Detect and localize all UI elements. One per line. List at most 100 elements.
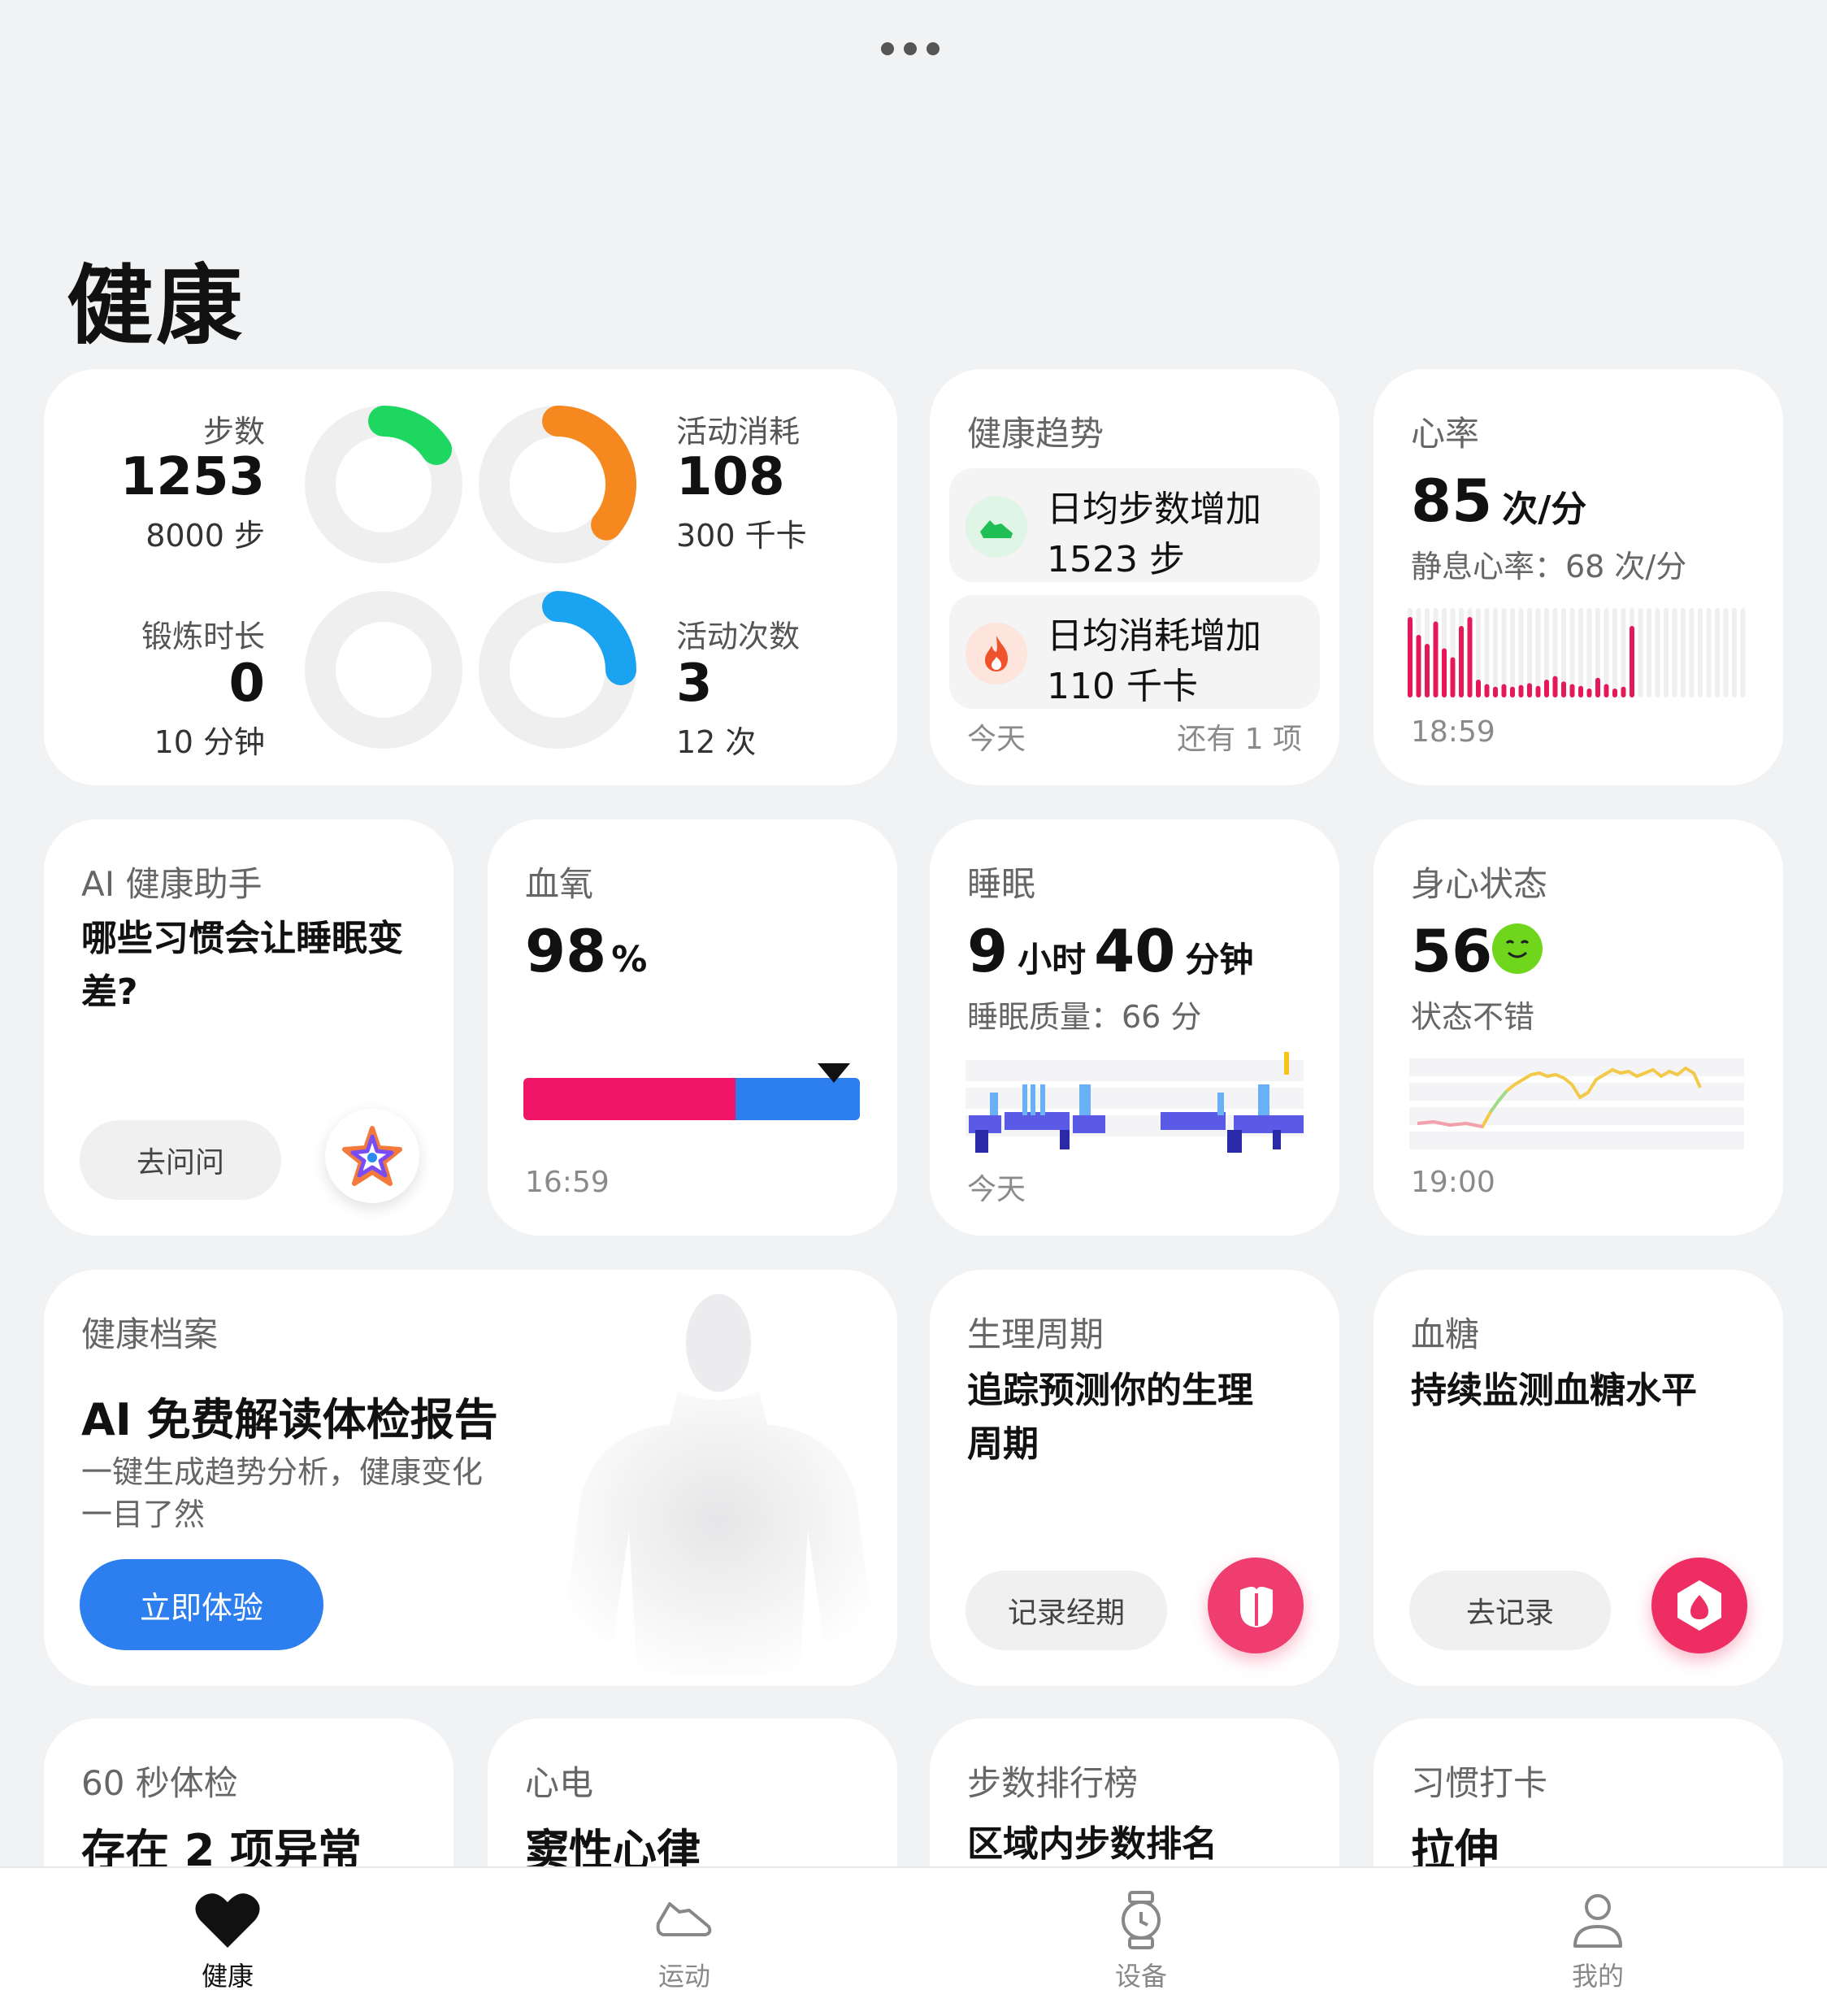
heart-bar <box>1425 644 1430 697</box>
heart-rate-card[interactable]: 心率 85 次/分 静息心率：68 次/分 18:59 <box>1374 369 1783 785</box>
sleep-hours-unit: 小时 <box>1018 940 1087 980</box>
heart-bar <box>1561 681 1566 697</box>
heart-bar-track <box>1621 608 1626 697</box>
petal-icon[interactable] <box>1208 1558 1304 1653</box>
spo2-marker-icon <box>818 1063 850 1083</box>
trend-footer-right: 还有 1 项 <box>1177 723 1302 756</box>
mood-chart <box>1409 1058 1744 1149</box>
habit-title: 习惯打卡 <box>1411 1763 1548 1803</box>
shoe-icon <box>656 1902 712 1936</box>
heart-bar <box>1612 689 1617 697</box>
trend-item[interactable]: 日均步数增加 1523 步 <box>949 468 1320 582</box>
nav-sport-label: 运动 <box>657 1961 710 1992</box>
heart-bar <box>1467 617 1473 697</box>
mood-value: 56 <box>1411 917 1493 985</box>
glucose-title: 血糖 <box>1411 1314 1480 1354</box>
page-title: 健康 <box>67 256 245 356</box>
heart-bar-track <box>1664 608 1669 697</box>
heart-bar <box>1433 621 1439 697</box>
heart-bar-track <box>1681 608 1686 697</box>
blood-oxygen-card[interactable]: 血氧 98 % 16:59 <box>488 819 897 1236</box>
heart-bar <box>1595 677 1600 697</box>
try-now-button[interactable]: 立即体验 <box>80 1559 323 1650</box>
heart-bar-track <box>1535 608 1541 697</box>
heart-bar <box>1408 617 1413 697</box>
heart-bar <box>1578 685 1583 697</box>
mood-card[interactable]: 身心状态 56 状态不错 19:00 <box>1374 819 1783 1236</box>
cycle-text-line1: 追踪预测你的生理 <box>967 1370 1253 1411</box>
heart-bar <box>1416 635 1421 697</box>
trend-line1: 日均消耗增加 <box>1047 615 1261 657</box>
ai-assistant-card[interactable]: AI 健康助手 哪些习惯会让睡眠变差? 去问问 <box>44 819 453 1236</box>
heart-bar <box>1501 684 1507 697</box>
heart-icon <box>195 1893 260 1948</box>
trend-line1: 日均步数增加 <box>1047 489 1261 530</box>
shoe-icon <box>966 496 1027 558</box>
heart-bar-track <box>1586 608 1592 697</box>
ai-title: AI 健康助手 <box>81 864 263 904</box>
nav-device-label: 设备 <box>1114 1961 1167 1992</box>
heart-bar <box>1630 626 1634 697</box>
heart-bar-track <box>1647 608 1651 697</box>
smiley-icon <box>1492 923 1543 974</box>
trend-title: 健康趋势 <box>967 414 1104 454</box>
drop-icon[interactable] <box>1651 1558 1747 1653</box>
heart-bar-track <box>1518 608 1524 697</box>
go-record-button[interactable]: 去记录 <box>1409 1571 1611 1650</box>
nav-mine-label: 我的 <box>1571 1961 1624 1992</box>
blood-glucose-card[interactable]: 血糖 持续监测血糖水平 去记录 <box>1374 1270 1783 1686</box>
sleep-minutes: 40 <box>1094 917 1176 985</box>
record-period-button[interactable]: 记录经期 <box>966 1571 1167 1650</box>
ecg-title: 心电 <box>525 1763 594 1803</box>
mood-time: 19:00 <box>1411 1166 1495 1199</box>
heart-bar <box>1484 684 1490 697</box>
trend-line2: 110 千卡 <box>1047 666 1198 707</box>
ask-button[interactable]: 去问问 <box>80 1120 281 1200</box>
resting-heart-rate: 静息心率：68 次/分 <box>1411 549 1687 584</box>
record-title: 健康档案 <box>81 1314 219 1354</box>
trend-item[interactable]: 日均消耗增加 110 千卡 <box>949 595 1320 709</box>
spo2-bar-low <box>523 1078 736 1120</box>
sleep-footer: 今天 <box>967 1173 1026 1206</box>
spo2-bar <box>523 1078 860 1120</box>
calories-ring-progress <box>542 406 636 541</box>
heart-bar-track <box>1740 608 1746 697</box>
spo2-title: 血氧 <box>525 864 594 904</box>
sleep-quality: 睡眠质量：66 分 <box>967 999 1202 1035</box>
sleep-card[interactable]: 睡眠 9 小时 40 分钟 睡眠质量：66 分 今天 <box>930 819 1339 1236</box>
heart-bar <box>1544 680 1549 697</box>
body-illustration <box>499 1286 873 1686</box>
nav-sport[interactable]: 运动 <box>562 1891 806 1993</box>
nav-device[interactable]: 设备 <box>1019 1891 1263 1993</box>
ai-star-icon[interactable] <box>325 1109 419 1203</box>
health-record-card[interactable]: 健康档案 AI 免费解读体检报告 一键生成趋势分析，健康变化 一目了然 立即体验 <box>44 1270 897 1686</box>
heart-bar-track <box>1698 608 1703 697</box>
heart-unit: 次/分 <box>1502 489 1587 530</box>
spo2-value: 98 <box>525 917 607 985</box>
heart-bar <box>1552 676 1558 697</box>
activity-card[interactable]: 步数 1253 8000 步 锻炼时长 0 10 分钟 活动消耗 108 300… <box>44 369 897 785</box>
ranking-title: 步数排行榜 <box>967 1763 1139 1803</box>
menstrual-cycle-card[interactable]: 生理周期 追踪预测你的生理 周期 记录经期 <box>930 1270 1339 1686</box>
bottom-nav: 健康 运动 设备 我的 <box>0 1866 1827 2016</box>
health-trend-card[interactable]: 健康趋势 日均步数增加 1523 步 日均消耗增加 110 千卡 今天 还有 1… <box>930 369 1339 785</box>
heart-bar <box>1586 689 1592 697</box>
heart-bar-track <box>1723 608 1729 697</box>
heart-bar <box>1535 685 1541 697</box>
person-icon <box>1573 1894 1622 1948</box>
sleep-stage-chart <box>966 1052 1304 1153</box>
heart-bar <box>1527 683 1532 697</box>
more-options-icon[interactable] <box>881 42 940 55</box>
glucose-text: 持续监测血糖水平 <box>1411 1370 1697 1411</box>
heart-bar <box>1510 686 1515 697</box>
heart-bar-track <box>1612 608 1617 697</box>
sleep-minutes-unit: 分钟 <box>1185 940 1254 980</box>
heart-bar-track <box>1655 608 1660 697</box>
heart-bar-track <box>1578 608 1583 697</box>
record-headline: AI 免费解读体检报告 <box>81 1394 498 1445</box>
nav-health[interactable]: 健康 <box>106 1891 349 1993</box>
heart-bar-track <box>1493 608 1498 697</box>
nav-mine[interactable]: 我的 <box>1476 1891 1720 1993</box>
heart-bar-track <box>1732 608 1737 697</box>
heart-bar <box>1569 684 1575 697</box>
